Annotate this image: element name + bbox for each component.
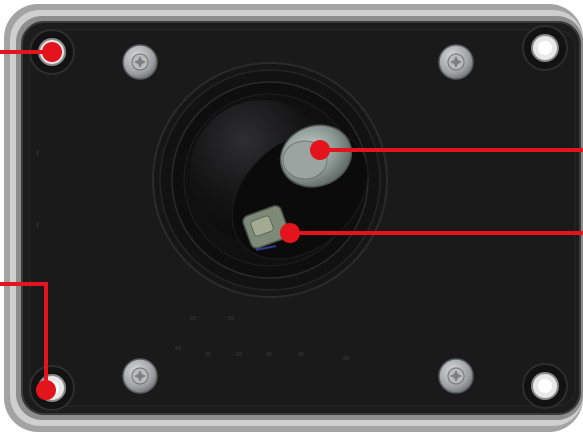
device-rear-view	[0, 4, 583, 432]
corner-mount-top-right	[522, 25, 568, 71]
torx-screw-top-left	[122, 44, 158, 80]
corner-mount-bottom-right	[522, 363, 568, 409]
torx-screw-top-right	[438, 44, 474, 80]
torx-screw-bottom-left	[122, 358, 158, 394]
torx-screw-bottom-right	[438, 358, 474, 394]
